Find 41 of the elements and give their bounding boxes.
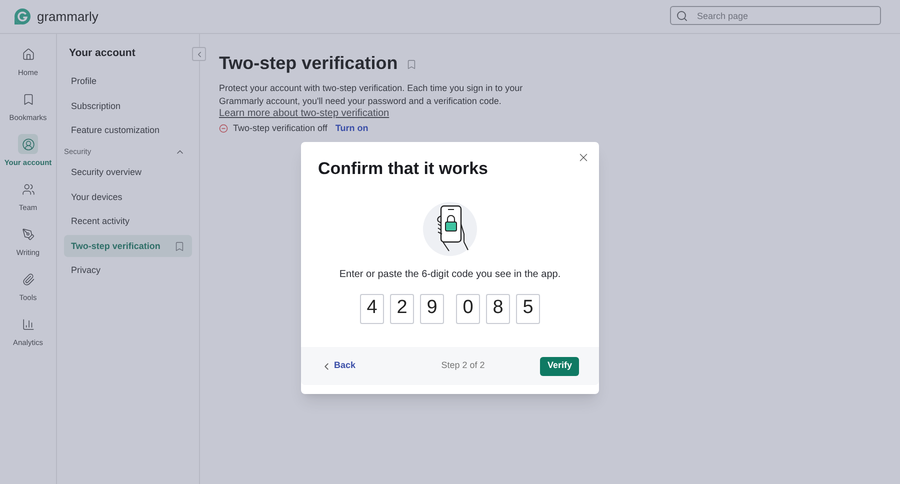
nav-item[interactable]: Privacy xyxy=(64,260,192,282)
verify-button[interactable]: Verify xyxy=(540,356,579,376)
team-icon xyxy=(22,182,34,196)
logo-icon xyxy=(14,8,31,25)
nav-item[interactable]: Your devices xyxy=(64,186,192,208)
analytics-icon xyxy=(22,318,34,331)
page-title: Two-step verification xyxy=(219,52,398,74)
turn-on-link[interactable]: Turn on xyxy=(335,123,368,134)
learn-more-link[interactable]: Learn more about two-step verification xyxy=(219,107,390,120)
modal-title: Confirm that it works xyxy=(318,158,488,180)
nav-item[interactable]: Feature customization xyxy=(64,120,192,142)
nav-title: Your account xyxy=(69,46,136,61)
account-icon xyxy=(22,138,34,151)
code-digit-field[interactable]: 4 xyxy=(360,294,384,324)
writing-icon xyxy=(22,228,34,241)
search-field[interactable]: Search page xyxy=(670,6,881,25)
nav-item[interactable]: Subscription xyxy=(64,95,192,118)
collapse-button[interactable] xyxy=(192,47,206,61)
status-text: Two-step verification off xyxy=(233,123,328,134)
code-digit-field[interactable]: 9 xyxy=(420,294,444,324)
home-icon xyxy=(22,48,34,61)
step-indicator: Step 2 of 2 xyxy=(441,359,485,372)
bookmark-icon xyxy=(22,92,34,106)
nav-item[interactable]: Two-step verification xyxy=(64,235,192,258)
code-digit-field[interactable]: 0 xyxy=(456,294,480,324)
tools-icon xyxy=(22,272,34,286)
nav-item[interactable]: Security overview xyxy=(64,162,192,184)
phone-lock-illustration xyxy=(421,200,479,258)
off-status-icon xyxy=(219,124,228,133)
search-icon xyxy=(676,10,688,22)
description-text: Protect your account with two-step verification. Each time you sign in to your Grammarly account, you'll need your password and a verification code. xyxy=(219,82,524,107)
nav-item[interactable]: Profile xyxy=(64,70,192,93)
code-digit-field[interactable]: 8 xyxy=(486,294,510,324)
bookmark-icon[interactable] xyxy=(406,58,417,70)
code-digit-field[interactable]: 5 xyxy=(516,294,540,324)
nav-item[interactable]: Recent activity xyxy=(64,210,192,233)
code-digit-field[interactable]: 2 xyxy=(390,294,414,324)
bookmark-icon[interactable] xyxy=(174,240,185,252)
instruction-text: Enter or paste the 6-digit code you see in the app. xyxy=(338,268,562,282)
logo-text: grammarly xyxy=(37,8,98,26)
back-button[interactable]: Back xyxy=(321,359,356,373)
